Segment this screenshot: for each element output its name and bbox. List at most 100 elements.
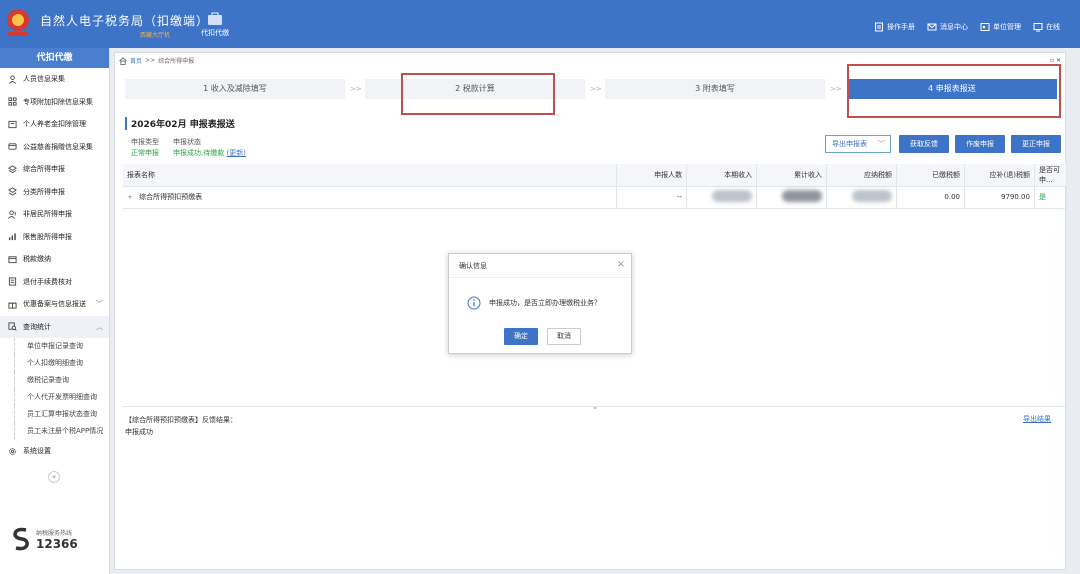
table-header-row: 报表名称 申报人数 本期收入 累计收入 应纳税额 已缴税额 应补(退)税额 是否… — [123, 164, 1068, 187]
declaration-type-value: 正常申报 — [131, 149, 159, 157]
donation-icon — [8, 143, 17, 150]
message-icon — [927, 23, 937, 31]
module-withholding[interactable]: 代扣代缴 — [198, 12, 232, 38]
sub-item-payment-record[interactable]: 缴税记录查询 — [14, 372, 109, 389]
declaration-meta-labels: 申报类型 申报状态 — [131, 137, 201, 147]
section-title: 2026年02月 申报表报送 — [125, 117, 235, 130]
fetch-feedback-button[interactable]: 获取反馈 — [899, 135, 949, 153]
unit-label: 单位管理 — [993, 23, 1021, 31]
redacted-value — [852, 190, 893, 202]
sidebar-item-settings[interactable]: 系统设置 — [0, 440, 109, 463]
step-1[interactable]: 1 收入及减除填写 — [125, 79, 345, 99]
correct-declaration-button[interactable]: 更正申报 — [1011, 135, 1061, 153]
online-label: 在线 — [1046, 23, 1060, 31]
sub-item-unit-record[interactable]: 单位申报记录查询 — [14, 338, 109, 355]
nonresident-icon — [8, 210, 16, 219]
close-icon[interactable]: × — [617, 259, 625, 270]
sidebar-item-label: 税款缴纳 — [23, 255, 51, 264]
message-link[interactable]: 消息中心 — [927, 22, 968, 32]
app-header: 自然人电子税务局（扣缴端） 西藏大厅机 代扣代缴 操作手册 消息中心 单位管理 … — [0, 0, 1080, 48]
report-name: 综合所得预扣预缴表 — [139, 193, 203, 201]
tax-emblem-icon — [7, 9, 29, 36]
step-3[interactable]: 3 附表填写 — [605, 79, 825, 99]
online-status[interactable]: 在线 — [1033, 22, 1060, 32]
sub-item-personal-detail[interactable]: 个人扣缴明细查询 — [14, 355, 109, 372]
sidebar-item-label: 综合所得申报 — [23, 165, 65, 174]
declaration-meta-values: 正常申报 申报成功,待缴款 (更新) — [131, 148, 246, 158]
sidebar-item-label: 公益慈善捐赠信息采集 — [23, 142, 93, 151]
manual-icon — [875, 22, 883, 32]
unit-link[interactable]: 单位管理 — [980, 22, 1021, 32]
sidebar-item-label: 退付手续费核对 — [23, 277, 72, 286]
sidebar-item-donation[interactable]: 公益慈善捐赠信息采集 — [0, 136, 109, 159]
sub-item-app-unregistered[interactable]: 员工未注册个税APP情况 — [14, 423, 109, 440]
manual-label: 操作手册 — [887, 23, 915, 31]
breadcrumb-home[interactable]: 首页 — [130, 56, 142, 65]
step-arrow: >> — [590, 85, 602, 93]
declaration-status-value: 申报成功,待缴款 — [173, 149, 225, 157]
step-arrow: >> — [830, 85, 842, 93]
col-count: 申报人数 — [616, 164, 688, 187]
sidebar-item-label: 人员信息采集 — [23, 75, 65, 84]
expand-row-button[interactable]: + — [127, 193, 133, 201]
refresh-status-link[interactable]: (更新) — [226, 149, 245, 157]
sidebar-item-label: 限售股所得申报 — [23, 232, 72, 241]
chevron-up-icon: ︿ — [96, 322, 103, 331]
col-cumulative-income: 累计收入 — [756, 164, 828, 187]
chevron-down-icon: ﹀ — [96, 300, 103, 309]
sidebar-title: 代扣代缴 — [0, 48, 109, 68]
panel-splitter[interactable]: ═ — [123, 406, 1067, 412]
top-links: 操作手册 消息中心 单位管理 在线 — [874, 22, 1060, 32]
sidebar-item-label: 专项附加扣除信息采集 — [23, 97, 93, 106]
manual-link[interactable]: 操作手册 — [874, 22, 915, 32]
confirm-button[interactable]: 确定 — [504, 328, 538, 345]
sidebar-item-label: 个人养老金扣除管理 — [23, 120, 86, 129]
sidebar-item-refund-check[interactable]: 退付手续费核对 — [0, 271, 109, 294]
feedback-title: 【综合所得预扣预缴表】反馈结果： — [125, 416, 237, 424]
info-icon — [467, 296, 481, 310]
sidebar-item-person-info[interactable]: 人员信息采集 — [0, 68, 109, 91]
feedback-panel: 【综合所得预扣预缴表】反馈结果： 申报成功 — [125, 414, 237, 438]
sidebar-item-category[interactable]: 分类所得申报 — [0, 181, 109, 204]
highlight-box-step-2 — [401, 73, 555, 115]
col-report-name: 报表名称 — [123, 164, 618, 187]
cancel-button[interactable]: 取消 — [547, 328, 581, 345]
cell-tax-paid: 0.00 — [896, 186, 965, 209]
void-declaration-button[interactable]: 作废申报 — [955, 135, 1005, 153]
query-icon — [8, 322, 17, 331]
breadcrumb-current: 综合所得申报 — [158, 58, 195, 65]
highlight-box-step-4 — [847, 64, 1061, 118]
col-tax-due: 应补(退)税额 — [964, 164, 1035, 187]
module-label: 代扣代缴 — [201, 29, 229, 37]
refund-icon — [8, 277, 17, 286]
sidebar-item-restricted-stock[interactable]: 限售股所得申报 — [0, 226, 109, 249]
breadcrumb-separator: >> — [145, 57, 156, 64]
collapse-sidebar-button[interactable]: « — [48, 471, 60, 483]
export-declaration-select[interactable]: 导出申报表 ﹀ — [825, 135, 891, 153]
sidebar-item-label: 优惠备案与信息报送 — [23, 300, 86, 309]
layers-icon — [8, 165, 17, 173]
gift-icon — [8, 302, 17, 309]
dialog-body: 申报成功，是否立即办理缴税业务？ — [467, 296, 601, 310]
sidebar-item-comprehensive[interactable]: 综合所得申报 — [0, 158, 109, 181]
online-icon — [1033, 23, 1043, 32]
sidebar-item-tax-payment[interactable]: 税款缴纳 — [0, 248, 109, 271]
hotline-label: 纳税服务热线 — [36, 529, 73, 537]
home-icon — [119, 56, 127, 65]
chevron-down-icon: ﹀ — [878, 140, 885, 148]
sidebar-item-special-deduction[interactable]: 专项附加扣除信息采集 — [0, 91, 109, 114]
app-subtitle: 西藏大厅机 — [140, 32, 171, 39]
sidebar-item-preferential[interactable]: 优惠备案与信息报送 ﹀ — [0, 293, 109, 316]
sidebar-item-pension[interactable]: 个人养老金扣除管理 — [0, 113, 109, 136]
breadcrumb: 首页 >> 综合所得申报 — [119, 56, 194, 65]
table-row[interactable]: + 综合所得预扣预缴表 -- 0.00 9790.00 是 — [123, 186, 1068, 209]
sub-item-annual-status[interactable]: 员工汇算申报状态查询 — [14, 406, 109, 423]
sub-item-invoice-detail[interactable]: 个人代开发票明细查询 — [14, 389, 109, 406]
panel-window-controls[interactable]: ▫ ✕ — [1050, 57, 1061, 64]
export-result-link[interactable]: 导出结果 — [1023, 414, 1051, 424]
sidebar-item-nonresident[interactable]: 非居民所得申报 — [0, 203, 109, 226]
sidebar-item-label: 查询统计 — [23, 322, 51, 331]
redacted-value — [712, 190, 753, 202]
sidebar-item-query[interactable]: 查询统计 ︿ — [0, 315, 109, 338]
declaration-status-group: 申报成功,待缴款 (更新) — [173, 148, 246, 158]
